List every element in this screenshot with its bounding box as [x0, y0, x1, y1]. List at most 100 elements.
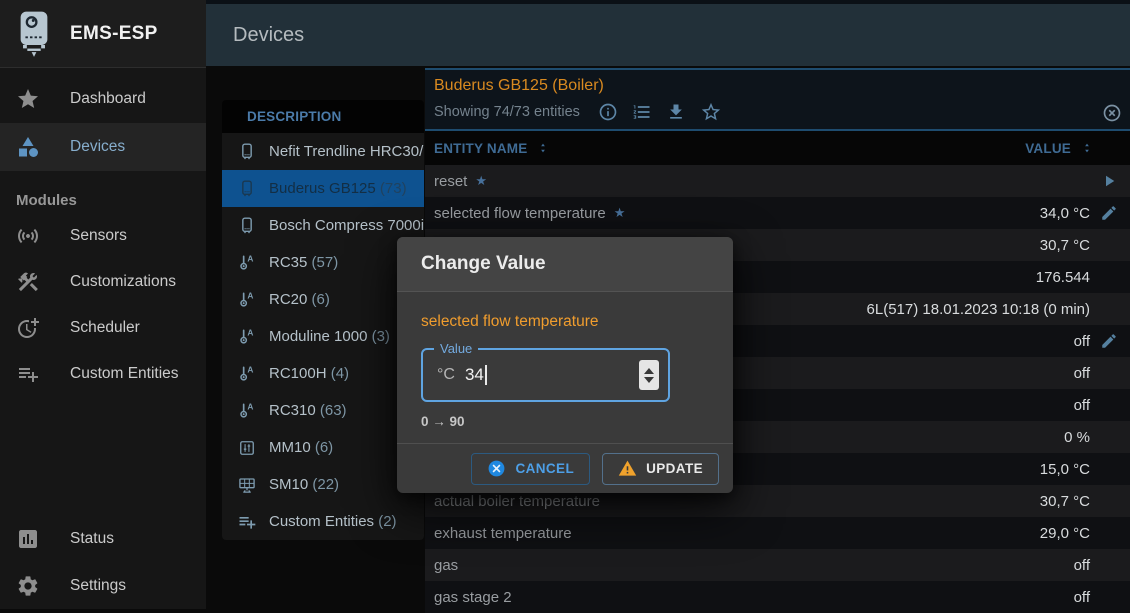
value-field-label: Value [434, 341, 478, 356]
action-spacer [1090, 363, 1118, 383]
boiler-icon [237, 142, 257, 162]
entity-row-selected-flow-temperature[interactable]: selected flow temperature★34,0 °C [425, 197, 1130, 229]
action-spacer [1090, 267, 1118, 287]
stepper-up-icon[interactable] [644, 368, 654, 374]
device-row-nefit-trendline-hrc30-c[interactable]: Nefit Trendline HRC30/C [222, 133, 424, 170]
device-entity-count: (4) [331, 365, 349, 382]
download-icon[interactable] [666, 102, 686, 122]
run-command-icon[interactable] [1090, 171, 1118, 191]
assessment-icon [16, 527, 40, 551]
sidebar-item-customizations[interactable]: Customizations [0, 259, 206, 305]
mixer-icon [237, 438, 257, 458]
action-spacer [1090, 427, 1118, 447]
sidebar-item-dashboard[interactable]: Dashboard [0, 75, 206, 123]
entity-panel-title: Buderus GB125 (Boiler) [434, 77, 1130, 95]
device-row-bosch-compress-7000i[interactable]: Bosch Compress 7000i [222, 207, 424, 244]
value-input[interactable]: Value °C 34 [421, 348, 670, 402]
sidebar-item-label: Sensors [70, 227, 127, 245]
entity-table-header: ENTITY NAME VALUE [425, 131, 1130, 165]
category-icon [16, 135, 40, 159]
device-row-rc310[interactable]: ARC310 (63) [222, 392, 424, 429]
device-row-moduline-1000[interactable]: AModuline 1000 (3) [222, 318, 424, 355]
change-value-dialog: Change Value selected flow temperature V… [397, 237, 733, 493]
cancel-button-label: CANCEL [515, 461, 574, 476]
dialog-footer: CANCEL UPDATE [397, 443, 733, 493]
device-label: RC20 (6) [269, 291, 330, 308]
value-column-label: VALUE [1025, 141, 1071, 156]
entity-row-exhaust-temperature[interactable]: exhaust temperature29,0 °C [425, 517, 1130, 549]
entity-value: off [1074, 397, 1090, 414]
thermostat-icon: A [237, 364, 257, 384]
dialog-entity-label: selected flow temperature [421, 313, 709, 331]
boiler-icon [237, 216, 257, 236]
device-label: SM10 (22) [269, 476, 339, 493]
sidebar: EMS-ESP DashboardDevices Modules Sensors… [0, 0, 206, 609]
sort-entity-name[interactable]: ENTITY NAME [434, 140, 550, 156]
star-icon [16, 87, 40, 111]
construction-icon [16, 270, 40, 294]
edit-value-icon[interactable] [1090, 331, 1118, 351]
device-entity-count: (73) [380, 180, 407, 197]
sidebar-item-label: Customizations [70, 273, 176, 291]
device-list: Nefit Trendline HRC30/C Buderus GB125 (73… [222, 133, 424, 540]
sidebar-nav-main: DashboardDevices [0, 75, 206, 171]
sidebar-item-label: Status [70, 530, 114, 548]
device-row-mm10[interactable]: MM10 (6) [222, 429, 424, 466]
entity-name: exhaust temperature [434, 525, 572, 542]
device-row-rc100h[interactable]: A RC100H (4) [222, 355, 424, 392]
format-list-numbered-icon[interactable] [632, 102, 652, 122]
thermostat-icon: A [237, 327, 257, 347]
device-list-header: DESCRIPTION [222, 100, 424, 133]
range-hint: 0 → 90 [421, 414, 709, 429]
sidebar-item-settings[interactable]: Settings [0, 562, 206, 609]
entity-panel-header: Buderus GB125 (Boiler) Showing 74/73 ent… [425, 70, 1130, 131]
sidebar-item-custom-entities[interactable]: Custom Entities [0, 351, 206, 397]
page-title: Devices [233, 24, 304, 47]
action-spacer [1090, 555, 1118, 575]
sidebar-item-scheduler[interactable]: Scheduler [0, 305, 206, 351]
sensors-icon [16, 224, 40, 248]
entity-name: selected flow temperature [434, 205, 606, 222]
info-icon[interactable] [598, 102, 618, 122]
device-label: Nefit Trendline HRC30/C [269, 143, 424, 160]
edit-value-icon[interactable] [1090, 203, 1118, 223]
entity-value: 0 % [1064, 429, 1090, 446]
device-label: RC100H (4) [269, 365, 349, 382]
device-label: RC35 (57) [269, 254, 338, 271]
update-button[interactable]: UPDATE [602, 453, 719, 485]
entity-value: off [1074, 333, 1090, 350]
dialog-header: Change Value [397, 237, 733, 292]
svg-text:A: A [247, 401, 253, 411]
sidebar-item-status[interactable]: Status [0, 515, 206, 562]
device-list-panel: DESCRIPTION Nefit Trendline HRC30/C Buder… [222, 100, 424, 540]
entity-name-column-label: ENTITY NAME [434, 141, 527, 156]
sidebar-item-devices[interactable]: Devices [0, 123, 206, 171]
device-label: MM10 (6) [269, 439, 333, 456]
entity-row-gas-stage-2[interactable]: gas stage 2off [425, 581, 1130, 613]
entity-value: 6L(517) 18.01.2023 10:18 (0 min) [867, 301, 1090, 318]
device-row-sm10[interactable]: SM10 (22) [222, 466, 424, 503]
sort-value[interactable]: VALUE [1025, 140, 1130, 156]
entity-row-gas[interactable]: gasoff [425, 549, 1130, 581]
device-row-custom-entities[interactable]: Custom Entities (2) [222, 503, 424, 540]
sidebar-item-label: Scheduler [70, 319, 140, 337]
entity-row-reset[interactable]: reset★ [425, 165, 1130, 197]
sidebar-nav-modules: Sensors Customizations Scheduler Custom Ent… [0, 213, 206, 397]
action-spacer [1090, 299, 1118, 319]
unit-label: °C [437, 366, 455, 384]
thermostat-icon: A [237, 401, 257, 421]
playlist-add-icon [16, 362, 40, 386]
number-stepper[interactable] [639, 360, 659, 390]
action-spacer [1090, 491, 1118, 511]
more-time-icon [16, 316, 40, 340]
stepper-down-icon[interactable] [644, 377, 654, 383]
device-row-rc20[interactable]: ARC20 (6) [222, 281, 424, 318]
device-label: Buderus GB125 (73) [269, 180, 407, 197]
close-panel-icon[interactable] [1102, 103, 1122, 123]
star-outline-icon[interactable] [700, 101, 722, 123]
sidebar-item-sensors[interactable]: Sensors [0, 213, 206, 259]
device-row-buderus-gb125[interactable]: Buderus GB125 (73) [222, 170, 424, 207]
playlist-add-icon [237, 512, 257, 532]
cancel-button[interactable]: CANCEL [471, 453, 590, 485]
device-row-rc35[interactable]: ARC35 (57) [222, 244, 424, 281]
